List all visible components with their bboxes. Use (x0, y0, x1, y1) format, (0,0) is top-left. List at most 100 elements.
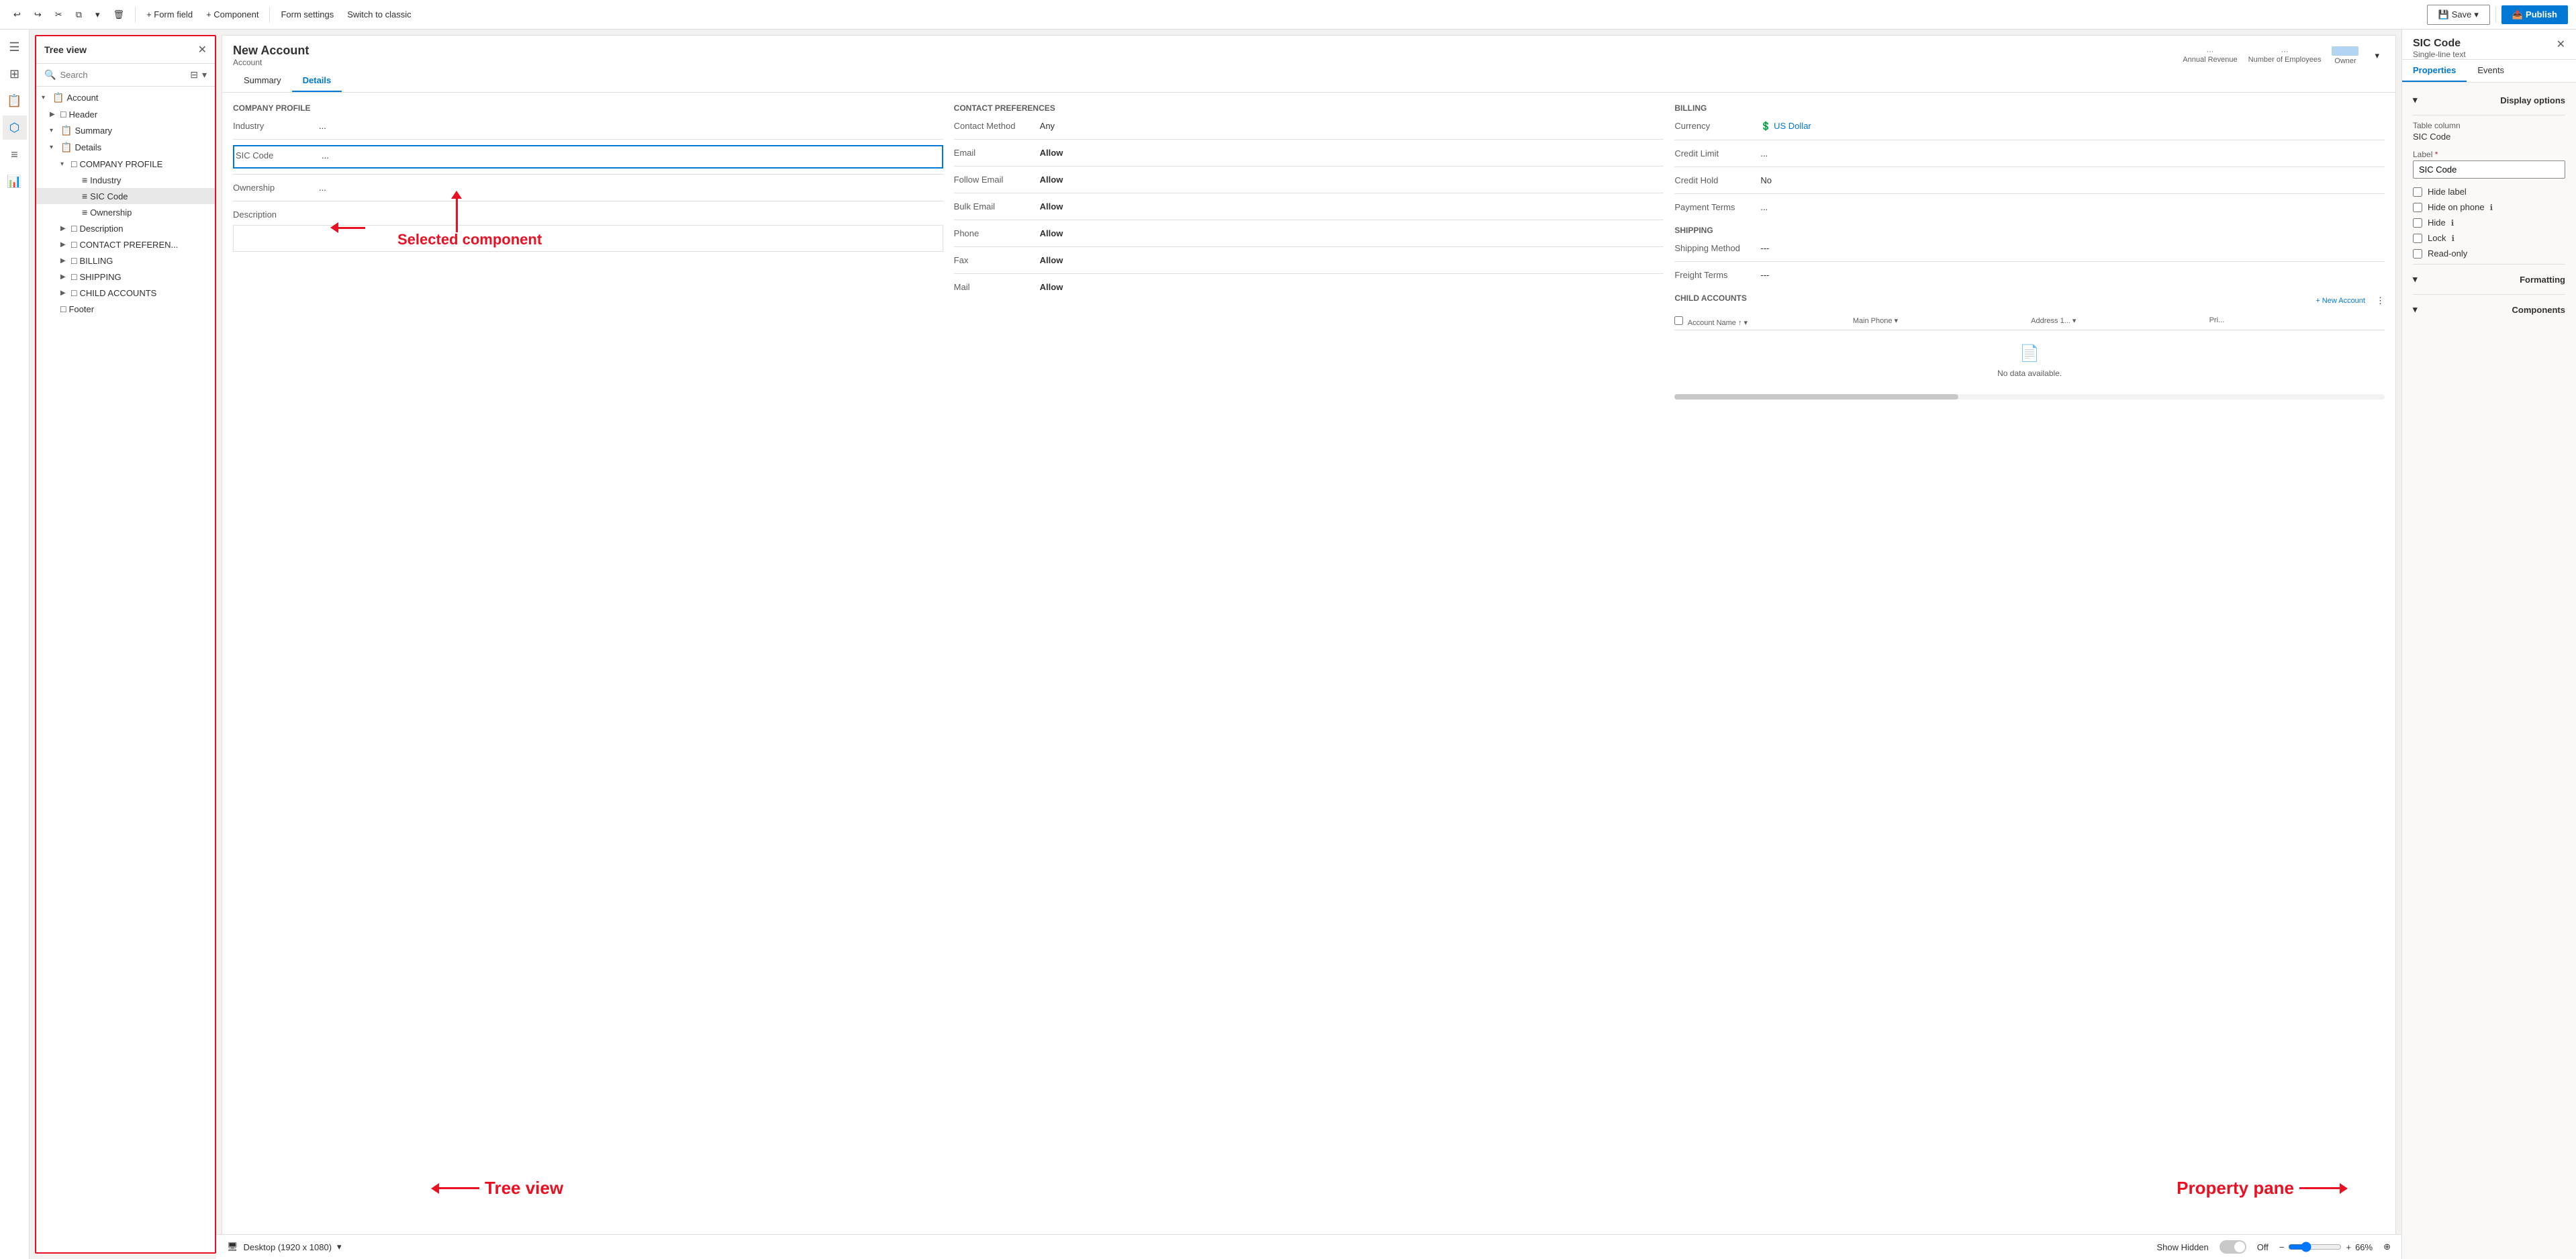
label-input[interactable] (2413, 160, 2565, 179)
field-row-sic-code[interactable]: SIC Code ... (233, 145, 943, 169)
hide-label-checkbox[interactable] (2413, 187, 2422, 197)
tree-item-industry[interactable]: ≡ Industry (36, 172, 215, 188)
tree-item-child-accounts[interactable]: ▶ □ CHILD ACCOUNTS (36, 285, 215, 301)
component-button[interactable]: + Component (201, 7, 264, 22)
field-label: Industry (233, 118, 314, 134)
field-value: Allow (1040, 252, 1664, 268)
cut-icon: ✂ (55, 9, 62, 20)
sidebar-grid-icon[interactable]: ⊞ (3, 62, 27, 86)
sidebar-layers-icon[interactable]: ⬡ (3, 115, 27, 140)
copy-button[interactable]: ⧉ (70, 7, 87, 23)
new-account-button[interactable]: + New Account (2310, 294, 2371, 308)
sidebar-menu-icon[interactable]: ☰ (3, 35, 27, 59)
tree-item-sic-code[interactable]: ≡ SIC Code (36, 188, 215, 204)
desktop-dropdown[interactable]: ▾ (337, 1242, 342, 1252)
tree-item-label: COMPANY PROFILE (79, 159, 209, 169)
section-icon: □ (71, 158, 77, 169)
zoom-slider[interactable] (2288, 1242, 2342, 1252)
tree-item-shipping[interactable]: ▶ □ SHIPPING (36, 269, 215, 285)
toggle-thumb (2234, 1242, 2245, 1252)
readonly-checkbox[interactable] (2413, 249, 2422, 259)
tree-item-details[interactable]: ▾ 📋 Details (36, 139, 215, 156)
undo-icon: ↩ (13, 9, 21, 20)
field-row-mail: Mail Allow (954, 279, 1664, 295)
components-header[interactable]: ▾ Components (2413, 300, 2565, 319)
zoom-plus-button[interactable]: + (2346, 1242, 2351, 1252)
tab-events[interactable]: Events (2467, 60, 2515, 82)
field-row-credit-hold: Credit Hold No (1674, 173, 2385, 188)
redo-button[interactable]: ↪ (29, 7, 47, 23)
right-panel: SIC Code Single-line text ✕ Properties E… (2401, 30, 2576, 1259)
hide-row: Hide ℹ (2413, 218, 2565, 228)
cut-button[interactable]: ✂ (50, 7, 68, 23)
tree-item-label: Ownership (90, 207, 209, 218)
form-tabs: Summary Details (222, 70, 2395, 93)
form-header-right: ··· Annual Revenue ··· Number of Employe… (2183, 46, 2385, 65)
show-hidden-toggle[interactable] (2220, 1240, 2246, 1254)
tree-item-description[interactable]: ▶ □ Description (36, 220, 215, 236)
select-all-checkbox[interactable] (1674, 316, 1683, 325)
field-value: Allow (1040, 145, 1664, 160)
lock-checkbox[interactable] (2413, 234, 2422, 243)
history-dropdown[interactable]: ▾ (90, 7, 105, 23)
no-data-text: No data available. (1688, 369, 2371, 378)
tab-details[interactable]: Details (292, 70, 342, 92)
field-value: Allow (1040, 226, 1664, 241)
tab-properties[interactable]: Properties (2402, 60, 2467, 82)
tree-item-ownership[interactable]: ≡ Ownership (36, 204, 215, 220)
tab-summary[interactable]: Summary (233, 70, 292, 92)
tree-item-account[interactable]: ▾ 📋 Account (36, 89, 215, 106)
hide-on-phone-checkbox[interactable] (2413, 203, 2422, 212)
info-icon[interactable]: ℹ (2451, 234, 2454, 243)
form-settings-button[interactable]: Form settings (275, 7, 339, 22)
switch-classic-button[interactable]: Switch to classic (342, 7, 416, 22)
tree-item-contact-prefs[interactable]: ▶ □ CONTACT PREFEREN... (36, 236, 215, 252)
sidebar-clipboard-icon[interactable]: 📋 (3, 89, 27, 113)
target-icon[interactable]: ⊕ (2383, 1242, 2391, 1252)
header-field-label: Annual Revenue (2183, 56, 2237, 64)
col-account-name: Account Name ↑ ▾ (1674, 316, 1850, 327)
section-company-profile: COMPANY PROFILE Industry ... SIC Code ..… (233, 103, 943, 400)
tree-item-summary[interactable]: ▾ 📋 Summary (36, 122, 215, 139)
field-label: Payment Terms (1674, 199, 1755, 215)
undo-button[interactable]: ↩ (8, 7, 26, 23)
no-data-area: 📄 No data available. (1674, 330, 2385, 391)
info-icon[interactable]: ℹ (2451, 218, 2454, 228)
hide-label-text: Hide label (2428, 187, 2467, 197)
tree-item-label: Details (75, 142, 209, 152)
display-options-header[interactable]: ▾ Display options (2413, 91, 2565, 109)
tree-item-header[interactable]: ▶ □ Header (36, 106, 215, 122)
publish-button[interactable]: 📤 Publish (2501, 5, 2568, 24)
right-panel-close-button[interactable]: ✕ (2557, 38, 2565, 51)
scrollbar-thumb (1674, 394, 1958, 400)
horizontal-scrollbar[interactable] (1674, 394, 2385, 400)
tree-item-footer[interactable]: □ Footer (36, 301, 215, 317)
chevron-icon: ▾ (60, 160, 68, 168)
section-title-contact-prefs: CONTACT PREFERENCES (954, 103, 1664, 113)
child-table-header: Account Name ↑ ▾ Main Phone ▾ Address 1.… (1674, 314, 2385, 330)
formatting-header[interactable]: ▾ Formatting (2413, 270, 2565, 289)
more-options-icon[interactable]: ⋮ (2376, 295, 2385, 306)
info-icon[interactable]: ℹ (2490, 203, 2493, 212)
tree-item-company-profile[interactable]: ▾ □ COMPANY PROFILE (36, 156, 215, 172)
filter-icon[interactable]: ⊟ (190, 69, 198, 81)
hide-checkbox[interactable] (2413, 218, 2422, 228)
sidebar-chart-icon[interactable]: 📊 (3, 169, 27, 193)
delete-icon: 🗑 (113, 9, 125, 20)
save-button[interactable]: 💾 Save ▾ (2427, 5, 2490, 25)
form-header-dropdown[interactable]: ▾ (2369, 48, 2385, 64)
search-input[interactable] (60, 70, 186, 80)
tree-close-button[interactable]: ✕ (198, 43, 207, 56)
copy-icon: ⧉ (76, 9, 82, 20)
zoom-minus-button[interactable]: − (2279, 1242, 2285, 1252)
delete-button[interactable]: 🗑 (108, 7, 130, 23)
show-hidden-label: Show Hidden (2156, 1242, 2208, 1252)
tree-item-billing[interactable]: ▶ □ BILLING (36, 252, 215, 269)
formatting-chevron: ▾ (2413, 274, 2418, 285)
field-row-freight-terms: Freight Terms --- (1674, 267, 2385, 283)
sidebar-list-icon[interactable]: ≡ (3, 142, 27, 167)
sort-icon[interactable]: ▾ (202, 69, 207, 81)
folder-icon: 📋 (60, 142, 72, 153)
form-field-button[interactable]: + Form field (141, 7, 198, 22)
zoom-control: − + 66% (2279, 1242, 2373, 1252)
